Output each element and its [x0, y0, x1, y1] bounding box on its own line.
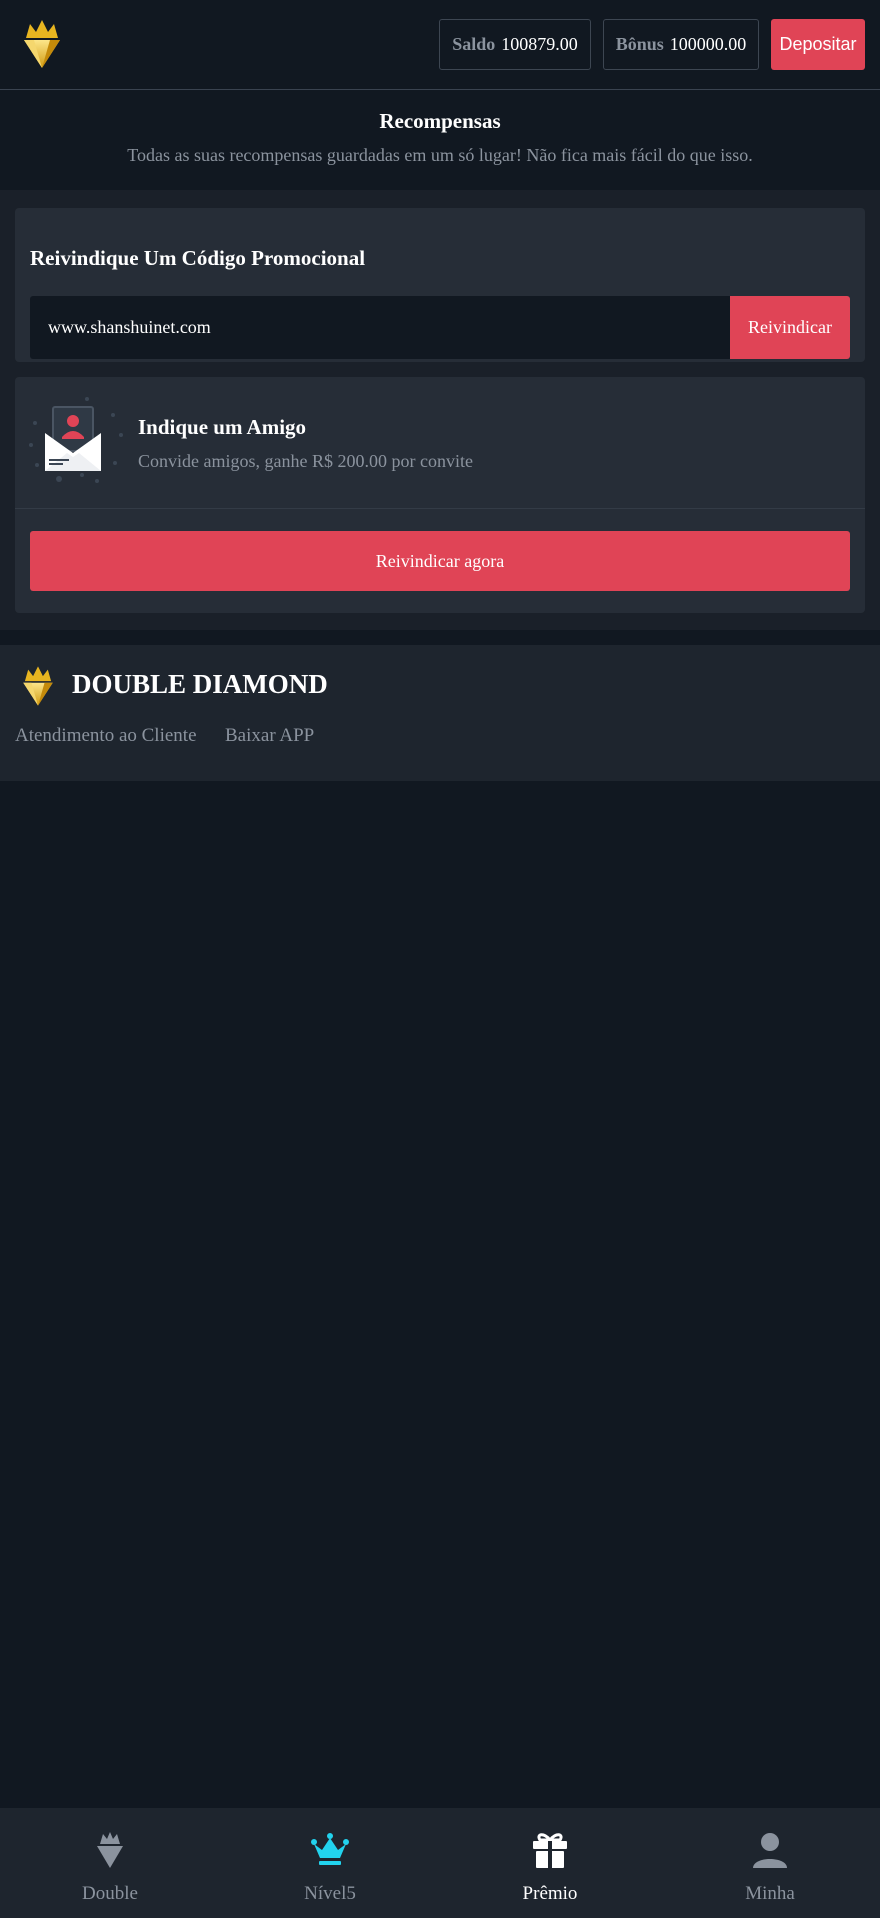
promo-code-card: Reivindique Um Código Promocional Reivin…	[15, 208, 865, 362]
site-footer: DOUBLE DIAMOND Atendimento ao Cliente Ba…	[0, 645, 880, 781]
bonus-value: 100000.00	[669, 34, 747, 54]
bonus-label: Bônus	[615, 34, 664, 54]
top-bar: Saldo 100879.00 Bônus 100000.00 Deposita…	[0, 0, 880, 90]
nav-label: Nível5	[304, 1883, 356, 1904]
promo-title: Reivindique Um Código Promocional	[30, 246, 366, 270]
bottom-nav: Double Nível5 Prêmio Minha	[0, 1808, 880, 1918]
invite-friend-card: Indique um Amigo Convide amigos, ganhe R…	[15, 377, 865, 613]
invite-subtitle: Convide amigos, ganhe R$ 200.00 por conv…	[138, 451, 473, 471]
crown-icon	[311, 1833, 349, 1865]
nav-item-mine[interactable]: Minha	[660, 1808, 880, 1918]
user-icon	[753, 1833, 787, 1868]
card-divider	[15, 508, 865, 509]
bonus-display: Bônus 100000.00	[603, 19, 759, 70]
deposit-button[interactable]: Depositar	[771, 19, 865, 70]
page-title: Recompensas	[379, 109, 501, 133]
customer-service-link[interactable]: Atendimento ao Cliente	[15, 725, 197, 747]
gift-icon	[533, 1833, 567, 1868]
page-header: Recompensas Todas as suas recompensas gu…	[0, 91, 880, 190]
download-app-link[interactable]: Baixar APP	[225, 725, 314, 747]
nav-item-prize[interactable]: Prêmio	[440, 1808, 660, 1918]
claim-now-button[interactable]: Reivindicar agora	[30, 531, 850, 591]
nav-item-double[interactable]: Double	[0, 1808, 220, 1918]
saldo-value: 100879.00	[501, 34, 578, 54]
saldo-label: Saldo	[452, 34, 496, 54]
nav-label: Minha	[745, 1883, 795, 1904]
diamond-logo-icon	[23, 666, 53, 706]
brand-name: DOUBLE DIAMOND	[72, 669, 328, 699]
diamond-icon	[97, 1832, 123, 1868]
page-subtitle: Todas as suas recompensas guardadas em u…	[127, 145, 753, 165]
diamond-logo-icon[interactable]	[20, 16, 64, 72]
promo-code-input[interactable]	[30, 296, 730, 359]
nav-label: Double	[82, 1883, 138, 1904]
saldo-display: Saldo 100879.00	[439, 19, 591, 70]
invite-title: Indique um Amigo	[138, 415, 307, 439]
invite-envelope-icon	[29, 397, 123, 483]
rewards-content: Reivindique Um Código Promocional Reivin…	[0, 190, 880, 630]
nav-label: Prêmio	[522, 1883, 578, 1904]
nav-item-level[interactable]: Nível5	[220, 1808, 440, 1918]
promo-claim-button[interactable]: Reivindicar	[730, 296, 850, 359]
